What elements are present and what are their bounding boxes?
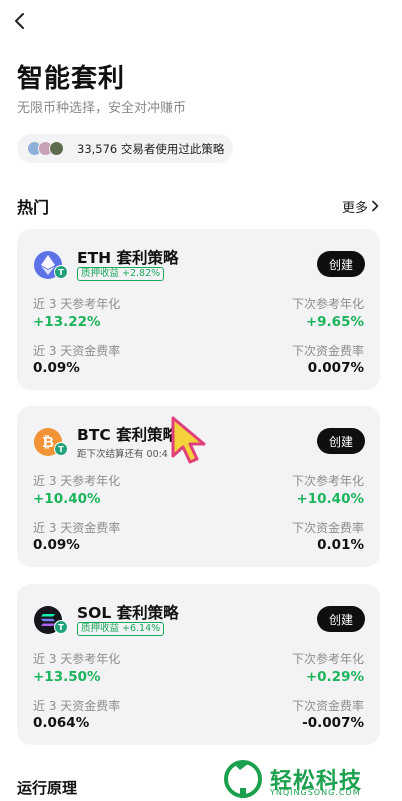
strategy-name: SOL 套利策略 <box>77 604 179 622</box>
strategy-card-sol[interactable]: T SOL 套利策略 质押收益 +6.14% 创建 近 3 天参考年化 +13.… <box>17 584 380 745</box>
tether-badge-icon: T <box>54 265 68 279</box>
page-subtitle: 无限币种选择，安全对冲赚币 <box>17 101 187 116</box>
next-funding-rate-value: 0.01% <box>317 537 364 553</box>
watermark-emblem-icon <box>224 760 262 798</box>
next-funding-rate-label: 下次资金费率 <box>291 699 364 713</box>
avatar <box>49 141 64 156</box>
strategy-card-eth[interactable]: T ETH 套利策略 质押收益 +2.82% 创建 近 3 天参考年化 +13.… <box>17 229 380 390</box>
user-avatars <box>27 141 71 156</box>
create-button[interactable]: 创建 <box>317 606 365 632</box>
ref-apr-3d-value: +13.22% <box>33 314 101 330</box>
chevron-right-icon <box>372 200 379 212</box>
page-title: 智能套利 <box>17 64 126 94</box>
ref-apr-3d-value: +13.50% <box>33 669 101 685</box>
watermark-subtext: YNQINGSONG.COM <box>270 788 361 797</box>
create-button[interactable]: 创建 <box>317 428 365 454</box>
next-ref-apr-label: 下次参考年化 <box>291 474 364 488</box>
funding-rate-3d-label: 近 3 天资金费率 <box>33 521 121 535</box>
next-funding-rate-label: 下次资金费率 <box>291 344 364 358</box>
next-ref-apr-value: +9.65% <box>305 314 364 330</box>
next-ref-apr-label: 下次参考年化 <box>291 297 364 311</box>
funding-rate-3d-label: 近 3 天资金费率 <box>33 699 121 713</box>
create-button[interactable]: 创建 <box>317 251 365 277</box>
hot-section-title: 热门 <box>17 198 50 217</box>
strategy-name: ETH 套利策略 <box>77 249 179 267</box>
more-label: 更多 <box>341 200 368 216</box>
ref-apr-3d-value: +10.40% <box>33 491 101 507</box>
how-it-works-title: 运行原理 <box>17 779 78 797</box>
more-link[interactable]: 更多 <box>342 197 379 216</box>
ref-apr-3d-label: 近 3 天参考年化 <box>33 474 121 488</box>
next-funding-rate-value: -0.007% <box>302 715 364 731</box>
staking-yield-tag: 质押收益 +6.14% <box>77 622 165 636</box>
staking-yield-tag: 质押收益 +2.82% <box>77 267 165 281</box>
next-funding-rate-value: 0.007% <box>307 360 364 376</box>
funding-rate-3d-value: 0.09% <box>33 360 80 376</box>
settlement-countdown: 距下次结算还有 00:4 <box>77 449 168 460</box>
ref-apr-3d-label: 近 3 天参考年化 <box>33 297 121 311</box>
hot-section-header: 热门 更多 <box>17 194 379 218</box>
next-funding-rate-label: 下次资金费率 <box>291 521 364 535</box>
strategy-name: BTC 套利策略 <box>77 426 179 444</box>
next-ref-apr-label: 下次参考年化 <box>291 652 364 666</box>
funding-rate-3d-value: 0.064% <box>33 715 90 731</box>
next-ref-apr-value: +0.29% <box>305 669 364 685</box>
watermark-logo: 轻松科技 YNQINGSONG.COM <box>222 758 362 800</box>
next-ref-apr-value: +10.40% <box>296 491 364 507</box>
users-count-text: 33,576 交易者使用过此策略 <box>77 141 225 156</box>
tether-badge-icon: T <box>54 442 68 456</box>
funding-rate-3d-label: 近 3 天资金费率 <box>33 344 121 358</box>
tether-badge-icon: T <box>54 620 68 634</box>
users-count-pill: 33,576 交易者使用过此策略 <box>17 134 233 163</box>
funding-rate-3d-value: 0.09% <box>33 537 80 553</box>
ref-apr-3d-label: 近 3 天参考年化 <box>33 652 121 666</box>
back-chevron-icon[interactable] <box>10 10 32 32</box>
pointer-cursor-icon <box>171 416 206 464</box>
